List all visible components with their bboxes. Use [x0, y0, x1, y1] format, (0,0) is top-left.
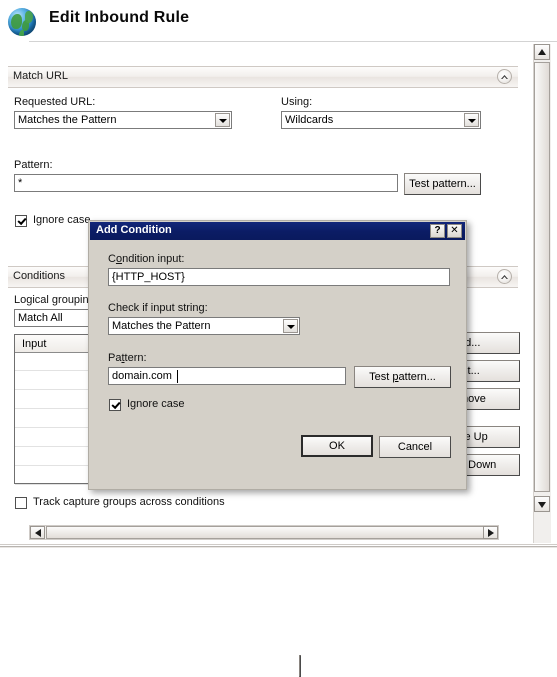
- conditions-collapse-button[interactable]: [497, 269, 512, 284]
- pattern-label: Pattern:: [14, 159, 53, 171]
- chevron-up-icon: [501, 75, 508, 79]
- edit-inbound-rule-window: Edit Inbound Rule Match URL Requested UR…: [0, 0, 557, 677]
- scroll-left-button[interactable]: [30, 526, 45, 539]
- ok-button[interactable]: OK: [301, 435, 373, 457]
- window-bottom-edge: [0, 543, 557, 548]
- dialog-ignore-case-label: Ignore case: [127, 398, 185, 410]
- vertical-scrollbar[interactable]: [533, 44, 551, 548]
- requested-url-caret[interactable]: [215, 113, 230, 127]
- horizontal-scrollbar-thumb[interactable]: [46, 526, 486, 539]
- requested-url-value: Matches the Pattern: [18, 114, 117, 126]
- ignore-case-label: Ignore case: [33, 214, 91, 226]
- match-url-section-header[interactable]: Match URL: [8, 66, 518, 88]
- triangle-up-icon: [538, 49, 546, 55]
- match-url-section-title: Match URL: [13, 70, 69, 82]
- check-dropdown-caret[interactable]: [283, 319, 298, 333]
- dialog-title: Add Condition: [96, 224, 172, 236]
- cancel-button[interactable]: Cancel: [379, 436, 451, 458]
- dialog-test-pattern-button[interactable]: Test pattern...: [354, 366, 451, 388]
- requested-url-label: Requested URL:: [14, 96, 96, 108]
- page-header: Edit Inbound Rule: [0, 0, 557, 42]
- test-pattern-button[interactable]: Test pattern...: [404, 173, 481, 195]
- help-button[interactable]: ?: [430, 224, 445, 238]
- using-dropdown[interactable]: Wildcards: [281, 111, 481, 129]
- logical-grouping-value: Match All: [18, 312, 63, 324]
- horizontal-scrollbar[interactable]: [29, 525, 499, 540]
- triangle-left-icon: [35, 529, 41, 537]
- scroll-right-button[interactable]: [483, 526, 498, 539]
- scroll-up-button[interactable]: [534, 44, 550, 60]
- using-label: Using:: [281, 96, 313, 108]
- check-if-input-string-dropdown[interactable]: Matches the Pattern: [108, 317, 300, 335]
- dialog-pattern-value: domain.com: [112, 370, 172, 382]
- scroll-down-button[interactable]: [534, 496, 550, 512]
- dialog-titlebar[interactable]: Add Condition ? ✕: [90, 222, 465, 240]
- track-capture-groups-checkbox[interactable]: [15, 497, 27, 509]
- dialog-pattern-input[interactable]: domain.com: [108, 367, 346, 385]
- check-if-input-string-label: Check if input string:: [108, 302, 208, 314]
- chevron-down-icon: [219, 119, 227, 123]
- pattern-input[interactable]: *: [14, 174, 398, 192]
- condition-input-label: Condition input:: [108, 253, 185, 265]
- requested-url-dropdown[interactable]: Matches the Pattern: [14, 111, 232, 129]
- page-title: Edit Inbound Rule: [49, 9, 190, 26]
- pattern-value: *: [18, 177, 23, 189]
- chevron-down-icon: [287, 325, 295, 329]
- dialog-ignore-case-checkbox[interactable]: [109, 399, 121, 411]
- chevron-down-icon: [468, 119, 476, 123]
- conditions-section-title: Conditions: [13, 270, 65, 282]
- dialog-pattern-label: Pattern:: [108, 352, 147, 364]
- chevron-up-icon: [501, 275, 508, 279]
- vertical-scrollbar-thumb[interactable]: [534, 62, 550, 492]
- condition-input-value: {HTTP_HOST}: [112, 271, 185, 283]
- logical-grouping-label: Logical grouping:: [14, 294, 98, 306]
- text-caret: [177, 370, 178, 383]
- condition-input-field[interactable]: {HTTP_HOST}: [108, 268, 450, 286]
- track-capture-groups-label: Track capture groups across conditions: [33, 496, 225, 508]
- close-icon[interactable]: ✕: [447, 224, 462, 238]
- triangle-right-icon: [488, 529, 494, 537]
- using-caret[interactable]: [464, 113, 479, 127]
- add-condition-dialog: Add Condition ? ✕ Condition input: {HTTP…: [88, 220, 467, 677]
- globe-icon: [8, 8, 36, 36]
- ignore-case-checkbox[interactable]: [15, 215, 27, 227]
- triangle-down-icon: [538, 502, 546, 508]
- check-if-input-string-value: Matches the Pattern: [112, 320, 211, 332]
- match-url-collapse-button[interactable]: [497, 69, 512, 84]
- using-value: Wildcards: [285, 114, 334, 126]
- header-divider: [29, 41, 557, 42]
- conditions-table-header-input: Input: [22, 338, 47, 350]
